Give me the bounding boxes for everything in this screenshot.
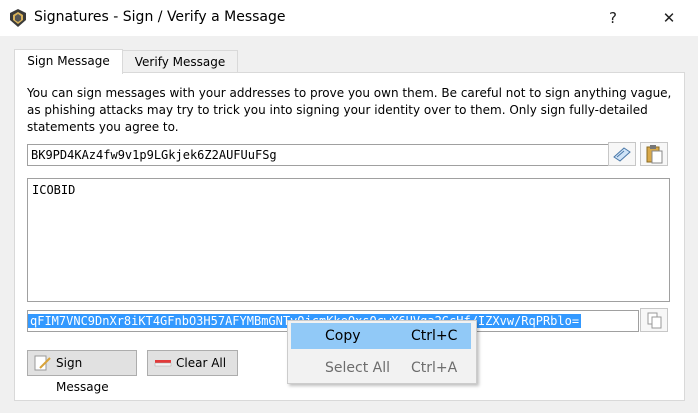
context-menu-item-copy[interactable]: Copy Ctrl+C xyxy=(291,323,471,349)
select-all-label: Select All xyxy=(325,360,390,376)
help-button[interactable]: ? xyxy=(590,0,636,36)
message-textarea[interactable]: ICOBID xyxy=(27,178,670,302)
clear-all-button[interactable]: Clear All xyxy=(147,350,238,376)
sign-message-label: Sign Message xyxy=(56,356,109,394)
tab-verify-message[interactable]: Verify Message xyxy=(122,50,238,73)
paste-clipboard-icon xyxy=(646,145,663,164)
close-button[interactable]: ✕ xyxy=(646,0,692,36)
app-shield-icon xyxy=(10,9,26,27)
address-field[interactable]: BK9PD4KAz4fw9v1p9LGkjek6Z2AUFUuFSg xyxy=(27,144,609,166)
address-book-button[interactable] xyxy=(608,142,636,166)
context-menu-item-select-all[interactable]: Select All Ctrl+A xyxy=(291,355,471,381)
address-book-icon xyxy=(613,147,631,162)
eraser-icon xyxy=(154,360,172,367)
sign-description: You can sign messages with your addresse… xyxy=(27,86,672,134)
copy-shortcut: Ctrl+C xyxy=(411,328,458,344)
sign-pen-icon xyxy=(34,355,51,371)
copy-signature-button[interactable] xyxy=(640,308,668,332)
tab-sign-message[interactable]: Sign Message xyxy=(14,49,123,74)
select-all-shortcut: Ctrl+A xyxy=(411,360,458,376)
copy-label: Copy xyxy=(325,328,361,344)
copy-icon xyxy=(647,312,662,329)
context-menu: Copy Ctrl+C Select All Ctrl+A xyxy=(287,320,477,384)
title-bar: Signatures - Sign / Verify a Message ? ✕ xyxy=(0,0,698,36)
sign-message-button[interactable]: Sign Message xyxy=(27,350,137,394)
clear-all-label: Clear All xyxy=(176,356,227,370)
window-title: Signatures - Sign / Verify a Message xyxy=(34,9,286,25)
paste-button[interactable] xyxy=(640,142,668,166)
